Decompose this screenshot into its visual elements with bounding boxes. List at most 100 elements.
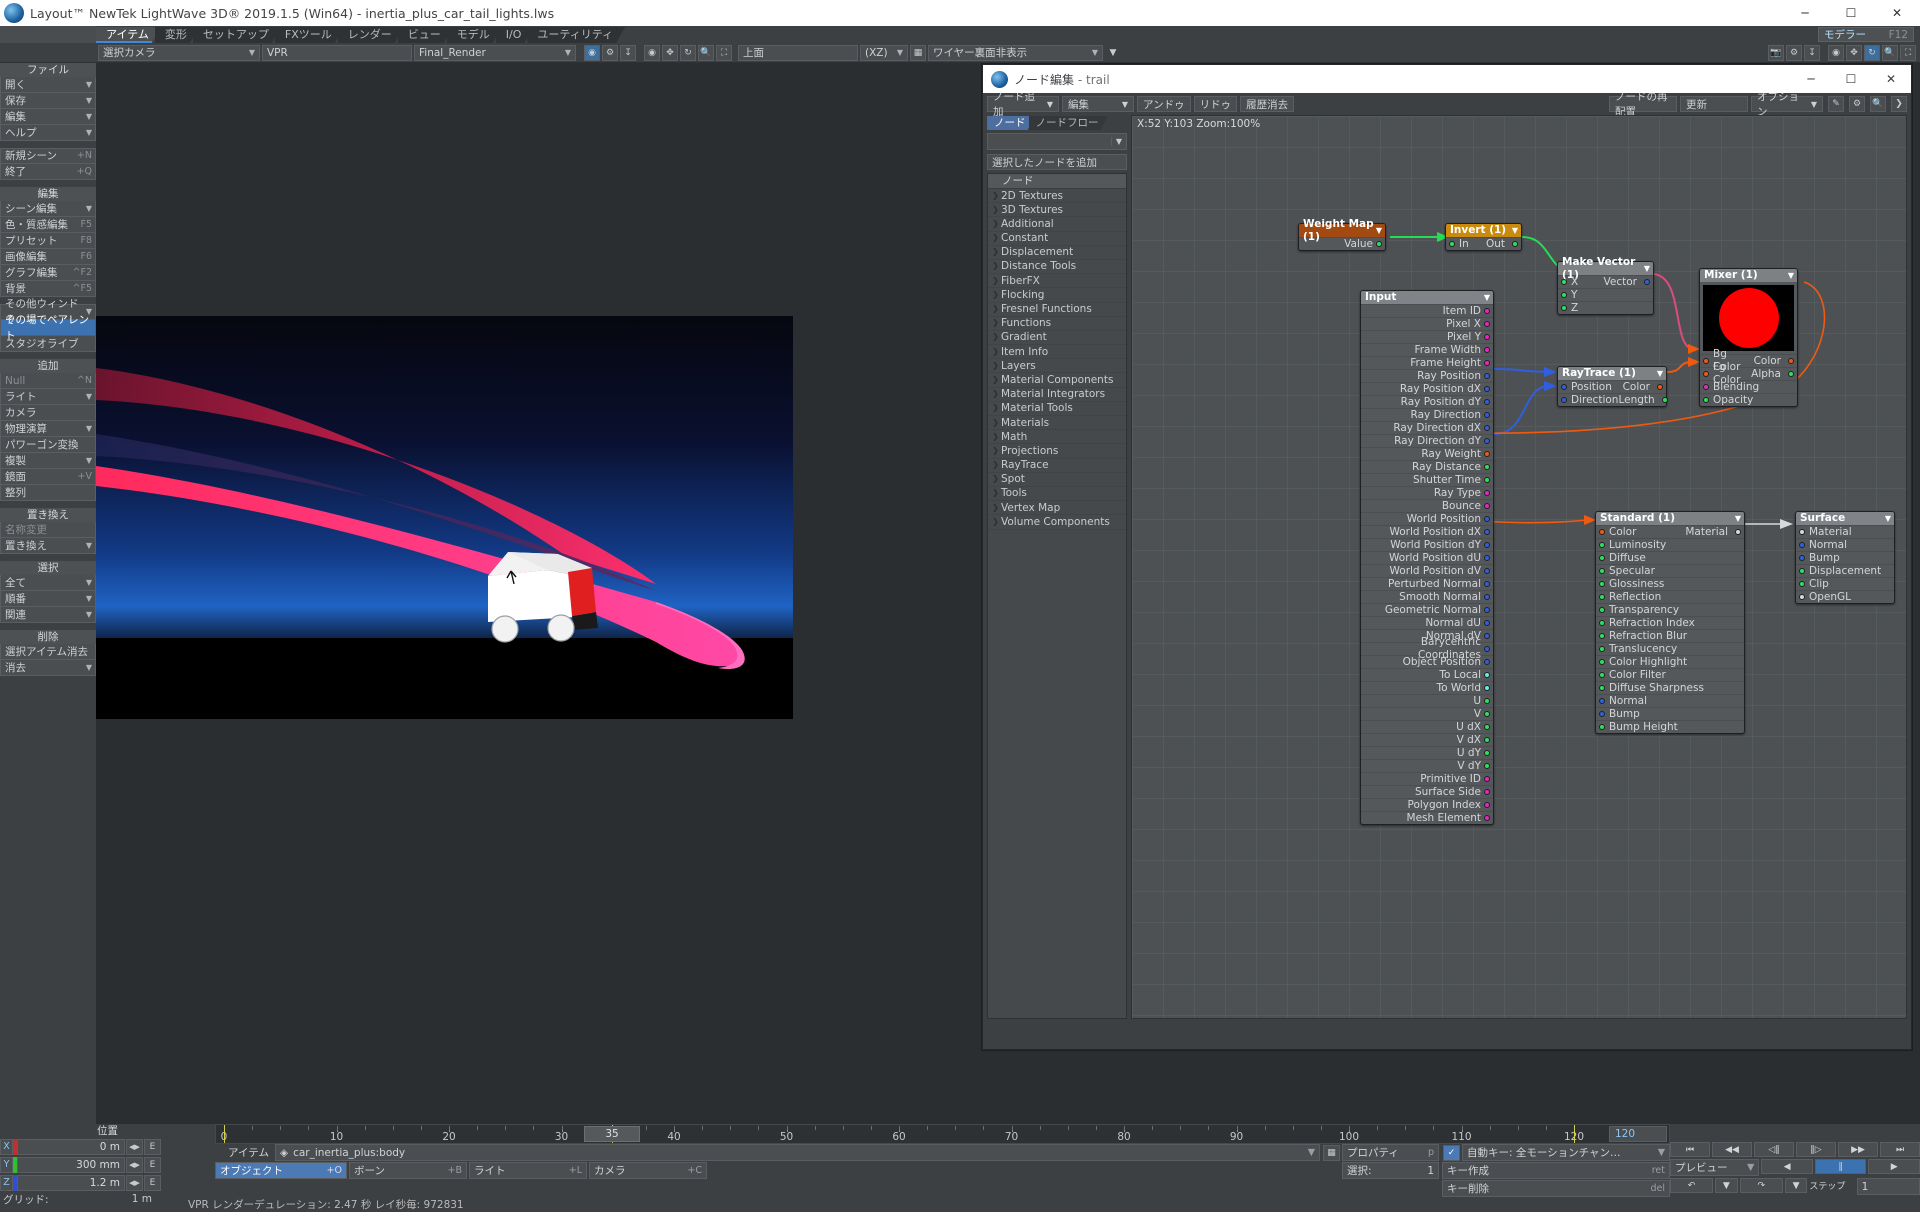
chevron-down-icon[interactable]: ▼ — [1885, 512, 1891, 525]
input-port-dot[interactable] — [1599, 542, 1605, 548]
node-port-row[interactable]: Value — [1299, 237, 1385, 250]
node-port-row[interactable]: Ray Position dY — [1361, 395, 1493, 408]
output-port-dot[interactable] — [1484, 763, 1490, 769]
input-port-dot[interactable] — [1599, 646, 1605, 652]
node-port-row[interactable]: Pixel X — [1361, 317, 1493, 330]
node-minimize-button[interactable]: ─ — [1791, 65, 1831, 93]
output-port-dot[interactable] — [1484, 633, 1490, 639]
node-port-row[interactable]: World Position dV — [1361, 564, 1493, 577]
node-header-input[interactable]: Input ▼ — [1361, 291, 1493, 304]
node-toolbar-btn-2[interactable]: アンドゥ — [1137, 96, 1191, 112]
node-port-row[interactable]: Object Position — [1361, 655, 1493, 668]
main-tab-2[interactable]: セットアップ — [193, 27, 281, 43]
output-port-dot[interactable] — [1484, 568, 1490, 574]
output-port-dot[interactable] — [1484, 802, 1490, 808]
axis-value-y[interactable]: 300 mm — [17, 1156, 125, 1173]
node-port-row[interactable]: Color Filter — [1596, 668, 1744, 681]
node-tree-item-5[interactable]: ❯ Distance Tools — [988, 260, 1126, 275]
end-frame-field[interactable]: 120 — [1609, 1126, 1667, 1142]
node-library-tab-0[interactable]: ノード — [987, 116, 1035, 130]
sidebar-item-7-1[interactable]: 消去 ▼ — [0, 660, 96, 676]
output-port-dot[interactable] — [1484, 555, 1490, 561]
go-end-icon[interactable]: ⏭ — [1880, 1142, 1920, 1157]
node-tree-item-6[interactable]: ❯ FiberFX — [988, 274, 1126, 289]
go-start-icon[interactable]: ⏮ — [1670, 1142, 1710, 1157]
add-selected-node-button[interactable]: 選択したノードを追加 — [987, 154, 1127, 170]
play-forward-button[interactable]: ▶ — [1868, 1159, 1920, 1174]
sidebar-item-0-1[interactable]: 保存 ▼ — [0, 93, 96, 109]
node-port-row[interactable]: Diffuse — [1596, 551, 1744, 564]
node-make-vector[interactable]: Make Vector (1) ▼ X Vector Y Z — [1557, 256, 1654, 315]
timeline-ruler[interactable]: 0102030405060708090100110120 35 120 — [215, 1124, 1670, 1144]
input-port-dot[interactable] — [1703, 384, 1709, 390]
sidebar-item-4-4[interactable]: パワーゴン変換 — [0, 437, 96, 453]
node-port-row[interactable]: Perturbed Normal — [1361, 577, 1493, 590]
view-name-field[interactable]: 上面 — [738, 44, 858, 61]
node-expand-icon[interactable]: ❯ — [1891, 96, 1907, 112]
node-port-row[interactable]: Diffuse Sharpness — [1596, 681, 1744, 694]
node-port-row[interactable]: Pixel Y — [1361, 330, 1493, 343]
input-port-dot[interactable] — [1599, 607, 1605, 613]
input-port-dot[interactable] — [1599, 659, 1605, 665]
node-port-row[interactable]: To World — [1361, 681, 1493, 694]
output-port-dot[interactable] — [1484, 464, 1490, 470]
mode-light-button[interactable]: ライト +L — [469, 1162, 587, 1179]
node-port-row[interactable]: Primitive ID — [1361, 772, 1493, 785]
output-port-dot[interactable] — [1484, 347, 1490, 353]
node-port-row[interactable]: Color Highlight — [1596, 655, 1744, 668]
node-toolbar-btn-1[interactable]: 編集 ▼ — [1062, 96, 1134, 112]
main-tab-8[interactable]: ユーティリティ — [527, 27, 625, 43]
node-tree-item-1[interactable]: ❯ 3D Textures — [988, 203, 1126, 218]
node-tree-item-20[interactable]: ❯ Spot — [988, 473, 1126, 487]
node-port-row[interactable]: Color Material — [1596, 525, 1744, 538]
node-port-row[interactable]: Transparency — [1596, 603, 1744, 616]
sidebar-item-6-0[interactable]: 全て ▼ — [0, 575, 96, 591]
node-tree-item-23[interactable]: ❯ Volume Components — [988, 515, 1126, 530]
gear-icon[interactable]: ⚙ — [602, 44, 618, 61]
node-port-row[interactable]: Clip — [1796, 577, 1894, 590]
node-port-row[interactable]: Bounce — [1361, 499, 1493, 512]
node-port-row[interactable]: Polygon Index — [1361, 798, 1493, 811]
layout-icon[interactable]: ⛶ — [1900, 44, 1916, 61]
node-standard[interactable]: Standard (1) ▼ Color Material Luminosity Diff… — [1595, 511, 1745, 734]
chevron-right-icon[interactable]: ❯ — [990, 472, 1001, 486]
node-color-preview[interactable] — [1703, 285, 1794, 351]
output-port-dot[interactable] — [1484, 503, 1490, 509]
undo-chevron-icon[interactable]: ▼ — [1715, 1178, 1738, 1193]
output-port-dot[interactable] — [1644, 279, 1650, 285]
autokey-dropdown[interactable]: 自動キー: 全モーションチャン… ▼ — [1462, 1144, 1670, 1161]
node-port-row[interactable]: Translucency — [1596, 642, 1744, 655]
output-port-dot[interactable] — [1484, 607, 1490, 613]
node-tree-item-10[interactable]: ❯ Gradient — [988, 331, 1126, 346]
node-port-row[interactable]: Smooth Normal — [1361, 590, 1493, 603]
chevron-down-icon[interactable]: ▼ — [1788, 269, 1794, 282]
main-tab-5[interactable]: ビュー — [398, 27, 453, 43]
properties-button[interactable]: プロパティ p — [1342, 1144, 1439, 1161]
node-port-row[interactable]: Fg Color Alpha — [1700, 361, 1797, 386]
sidebar-item-0-3[interactable]: ヘルプ ▼ — [0, 125, 96, 141]
input-port-dot[interactable] — [1599, 555, 1605, 561]
output-port-dot[interactable] — [1484, 776, 1490, 782]
node-port-row[interactable]: World Position dU — [1361, 551, 1493, 564]
shading-mode-dropdown[interactable]: ワイヤー裏面非表示 ▼ — [928, 44, 1103, 61]
node-port-row[interactable]: Z — [1558, 301, 1653, 314]
node-settings-icon[interactable]: ⚙ — [1849, 96, 1865, 112]
chevron-down-icon[interactable]: ▼ — [1512, 224, 1518, 237]
sidebar-item-2-2[interactable]: プリセット F8 — [0, 233, 96, 249]
input-port-dot[interactable] — [1599, 594, 1605, 600]
sidebar-item-4-5[interactable]: 複製 ▼ — [0, 453, 96, 469]
node-toolbar-right-btn-0[interactable]: ノードの再配置 — [1609, 91, 1677, 118]
modeler-button[interactable]: モデラー F12 — [1818, 27, 1914, 42]
chevron-right-icon[interactable]: ❯ — [990, 231, 1001, 245]
chevron-right-icon[interactable]: ❯ — [990, 373, 1001, 387]
input-port-dot[interactable] — [1561, 292, 1567, 298]
sidebar-item-3-1[interactable]: その場でペアレント — [0, 314, 96, 342]
axis-toggle-x[interactable]: X — [0, 1138, 13, 1155]
input-port-dot[interactable] — [1599, 672, 1605, 678]
input-port-dot[interactable] — [1599, 698, 1605, 704]
node-port-row[interactable]: Specular — [1596, 564, 1744, 577]
node-port-row[interactable]: OpenGL — [1796, 590, 1894, 603]
node-port-row[interactable]: Surface Side — [1361, 785, 1493, 798]
node-tree-item-12[interactable]: ❯ Layers — [988, 359, 1126, 374]
input-port-dot[interactable] — [1799, 568, 1805, 574]
